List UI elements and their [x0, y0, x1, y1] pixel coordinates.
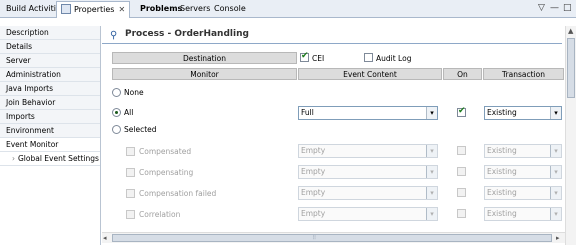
event-transaction-select[interactable]: Existing ▾ — [484, 165, 562, 179]
event-checkbox[interactable] — [126, 168, 135, 177]
all-event-content-value: Full — [301, 108, 314, 117]
view-tab-bar: Build Activities Properties ✕ Problems Se… — [0, 0, 576, 18]
chevron-down-icon: ▾ — [550, 166, 561, 178]
chevron-down-icon: ▾ — [550, 145, 561, 157]
close-icon[interactable]: ✕ — [118, 2, 125, 18]
selected-label: Selected — [124, 125, 157, 134]
chevron-down-icon: ▾ — [426, 107, 437, 119]
vertical-scrollbar[interactable]: ▲ — [565, 26, 576, 245]
event-monitor-panel: ⚲ Process - OrderHandling Destination CEI… — [102, 26, 576, 245]
chevron-down-icon: ▾ — [426, 166, 437, 178]
chevron-down-icon: ▾ — [550, 107, 561, 119]
event-transaction-value: Existing — [487, 209, 517, 218]
vertical-scroll-thumb[interactable] — [567, 38, 575, 98]
nav-item-administration[interactable]: Administration — [0, 68, 100, 82]
event-content-select[interactable]: Empty ▾ — [298, 207, 438, 221]
nav-item-join-behavior[interactable]: Join Behavior — [0, 96, 100, 110]
event-transaction-value: Existing — [487, 188, 517, 197]
chevron-down-icon: ▾ — [426, 145, 437, 157]
none-label: None — [124, 88, 144, 97]
process-title-text: Process - OrderHandling — [125, 29, 249, 39]
nav-item-imports[interactable]: Imports — [0, 110, 100, 124]
audit-log-label: Audit Log — [376, 54, 412, 63]
horizontal-scroll-thumb[interactable]: ⦙⦙ — [112, 234, 552, 242]
column-header-on: On — [443, 68, 482, 80]
event-transaction-value: Existing — [487, 146, 517, 155]
event-checkbox[interactable] — [126, 210, 135, 219]
event-label: Compensation failed — [139, 189, 217, 198]
column-header-monitor: Monitor — [112, 68, 297, 80]
chevron-down-icon: ▾ — [426, 208, 437, 220]
maximize-icon[interactable]: □ — [563, 3, 572, 13]
nav-item-java-imports[interactable]: Java Imports — [0, 82, 100, 96]
event-transaction-select[interactable]: Existing ▾ — [484, 207, 562, 221]
scroll-up-icon[interactable]: ▲ — [568, 27, 573, 35]
properties-icon — [61, 4, 71, 14]
column-header-event-content: Event Content — [298, 68, 442, 80]
event-label: Compensated — [139, 147, 192, 156]
event-transaction-select[interactable]: Existing ▾ — [484, 186, 562, 200]
tab-console[interactable]: Console — [210, 1, 250, 18]
none-radio[interactable] — [112, 88, 121, 97]
all-on-checkbox[interactable] — [457, 106, 466, 117]
event-checkbox[interactable] — [126, 147, 135, 156]
event-content-value: Empty — [301, 167, 326, 176]
event-content-select[interactable]: Empty ▾ — [298, 165, 438, 179]
all-transaction-select[interactable]: Existing ▾ — [484, 106, 562, 120]
event-on-checkbox[interactable] — [457, 146, 466, 155]
all-radio[interactable] — [112, 108, 121, 117]
selected-radio[interactable] — [112, 125, 121, 134]
chevron-down-icon: ▾ — [550, 187, 561, 199]
nav-item-server[interactable]: Server — [0, 54, 100, 68]
event-label: Compensating — [139, 168, 194, 177]
event-on-checkbox[interactable] — [457, 188, 466, 197]
nav-item-description[interactable]: Description — [0, 26, 100, 40]
tab-servers[interactable]: Servers — [176, 1, 214, 18]
scroll-left-icon[interactable]: ◂ — [103, 234, 107, 242]
event-label: Correlation — [139, 210, 181, 219]
nav-item-environment[interactable]: Environment — [0, 124, 100, 138]
event-on-checkbox[interactable] — [457, 167, 466, 176]
process-icon: ⚲ — [110, 30, 118, 41]
event-content-select[interactable]: Empty ▾ — [298, 186, 438, 200]
global-event-settings-label: Global Event Settings — [18, 154, 99, 163]
servers-label: Servers — [180, 4, 211, 13]
tab-properties[interactable]: Properties ✕ — [56, 1, 131, 18]
nav-item-details[interactable]: Details — [0, 40, 100, 54]
title-divider — [102, 43, 562, 44]
minimize-icon[interactable]: — — [550, 3, 559, 13]
all-label: All — [124, 108, 134, 117]
properties-label: Properties — [74, 5, 115, 14]
all-transaction-value: Existing — [487, 108, 517, 117]
properties-navigation: Description Details Server Administratio… — [0, 26, 101, 245]
event-transaction-select[interactable]: Existing ▾ — [484, 144, 562, 158]
destination-header: Destination — [112, 52, 297, 64]
cei-label: CEI — [312, 54, 325, 63]
sub-marker-icon: › — [12, 154, 15, 163]
event-content-value: Empty — [301, 146, 326, 155]
console-label: Console — [214, 4, 246, 13]
scroll-grip-icon: ⦙⦙ — [313, 234, 316, 241]
all-event-content-select[interactable]: Full ▾ — [298, 106, 438, 120]
event-content-select[interactable]: Empty ▾ — [298, 144, 438, 158]
nav-item-global-event-settings[interactable]: › Global Event Settings — [0, 152, 100, 166]
event-on-checkbox[interactable] — [457, 209, 466, 218]
horizontal-scrollbar[interactable]: ◂ ⦙⦙ ▸ — [102, 232, 565, 243]
view-menu-icon[interactable]: ▽ — [538, 3, 545, 13]
nav-item-event-monitor[interactable]: Event Monitor — [0, 138, 100, 152]
event-content-value: Empty — [301, 188, 326, 197]
event-transaction-value: Existing — [487, 167, 517, 176]
column-header-transaction: Transaction — [483, 68, 564, 80]
event-checkbox[interactable] — [126, 189, 135, 198]
cei-checkbox[interactable] — [300, 51, 309, 62]
scroll-right-icon[interactable]: ▸ — [556, 234, 560, 242]
chevron-down-icon: ▾ — [426, 187, 437, 199]
chevron-down-icon: ▾ — [550, 208, 561, 220]
page-title: ⚲ Process - OrderHandling — [110, 26, 249, 42]
audit-log-checkbox[interactable] — [364, 53, 373, 62]
event-content-value: Empty — [301, 209, 326, 218]
